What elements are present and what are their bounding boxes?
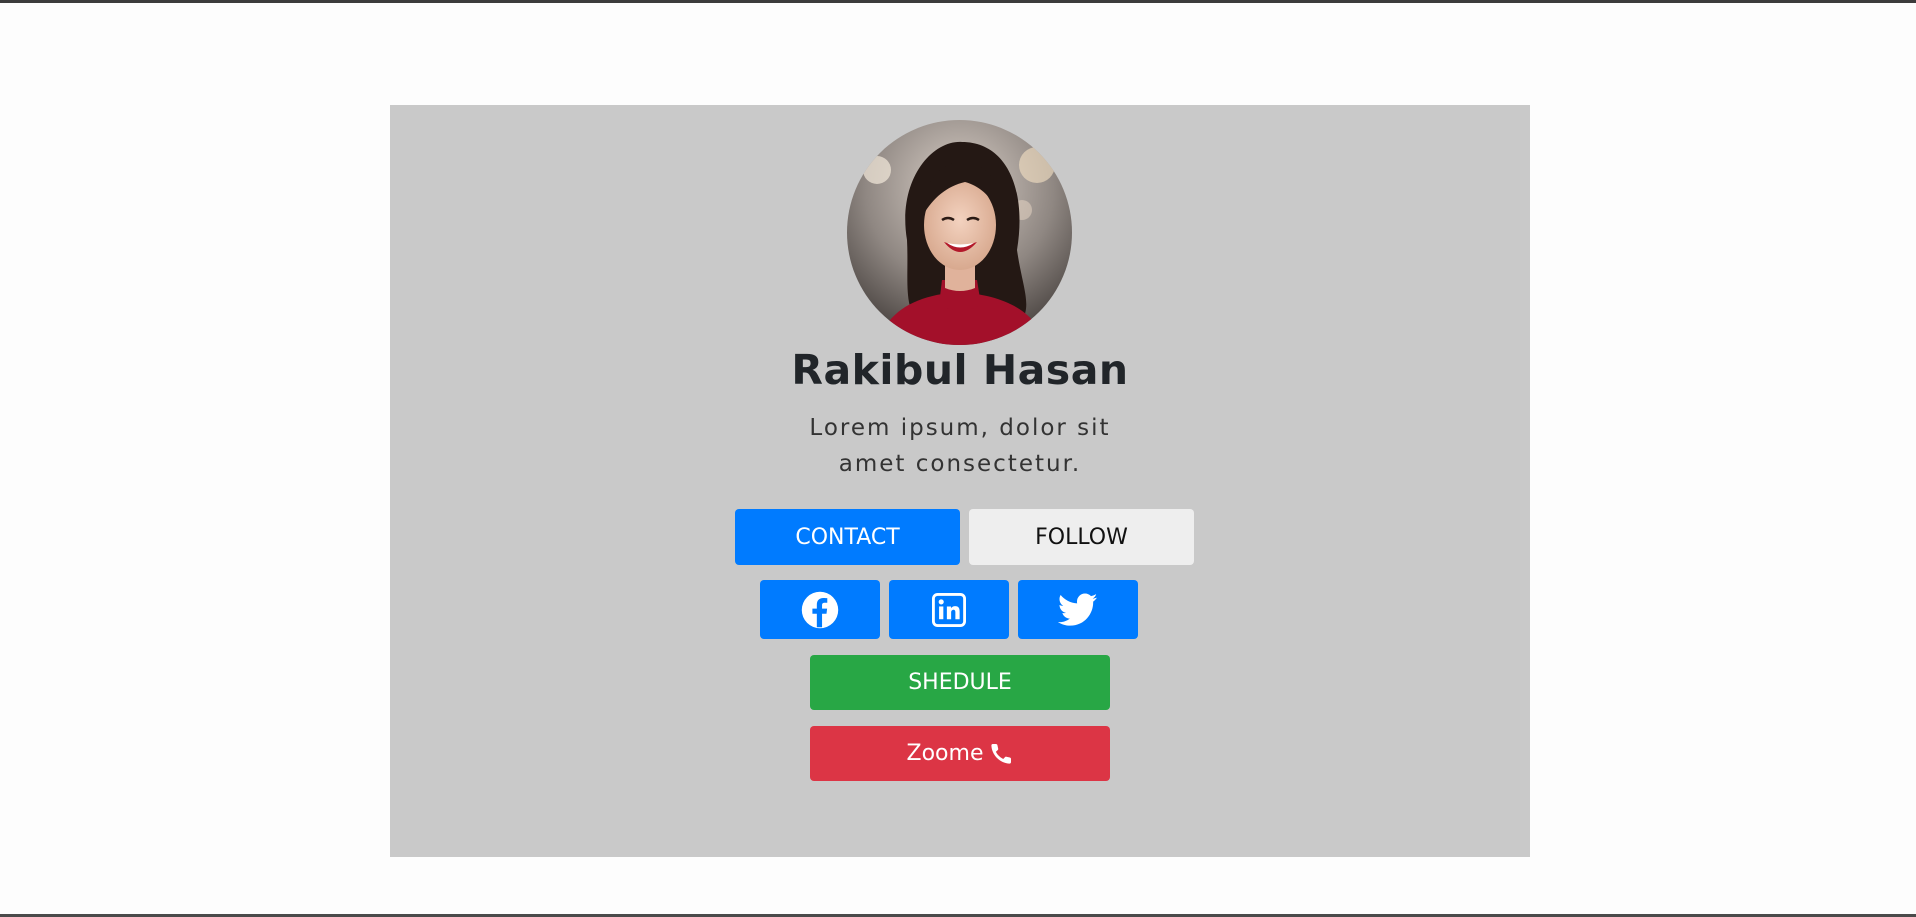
zoom-call-label: Zoome	[906, 741, 984, 766]
profile-bio: Lorem ipsum, dolor sit amet consectetur.	[750, 410, 1170, 482]
facebook-button[interactable]	[760, 580, 880, 639]
facebook-icon	[801, 591, 839, 628]
schedule-button[interactable]: SHEDULE	[810, 655, 1110, 710]
twitter-button[interactable]	[1018, 580, 1138, 639]
profile-card: Rakibul Hasan Lorem ipsum, dolor sit ame…	[390, 105, 1530, 857]
bio-line: amet consectetur.	[838, 451, 1082, 477]
zoom-call-button[interactable]: Zoome	[810, 726, 1110, 781]
phone-icon	[989, 742, 1013, 766]
linkedin-icon	[932, 592, 966, 627]
contact-button[interactable]: CONTACT	[735, 509, 960, 565]
avatar-photo	[847, 120, 1072, 345]
follow-button[interactable]: FOLLOW	[969, 509, 1194, 565]
top-border	[0, 0, 1916, 3]
linkedin-button[interactable]	[889, 580, 1009, 639]
profile-name: Rakibul Hasan	[791, 346, 1129, 394]
avatar	[847, 120, 1072, 345]
bio-line: Lorem ipsum, dolor sit	[809, 415, 1111, 441]
twitter-icon	[1058, 593, 1098, 626]
